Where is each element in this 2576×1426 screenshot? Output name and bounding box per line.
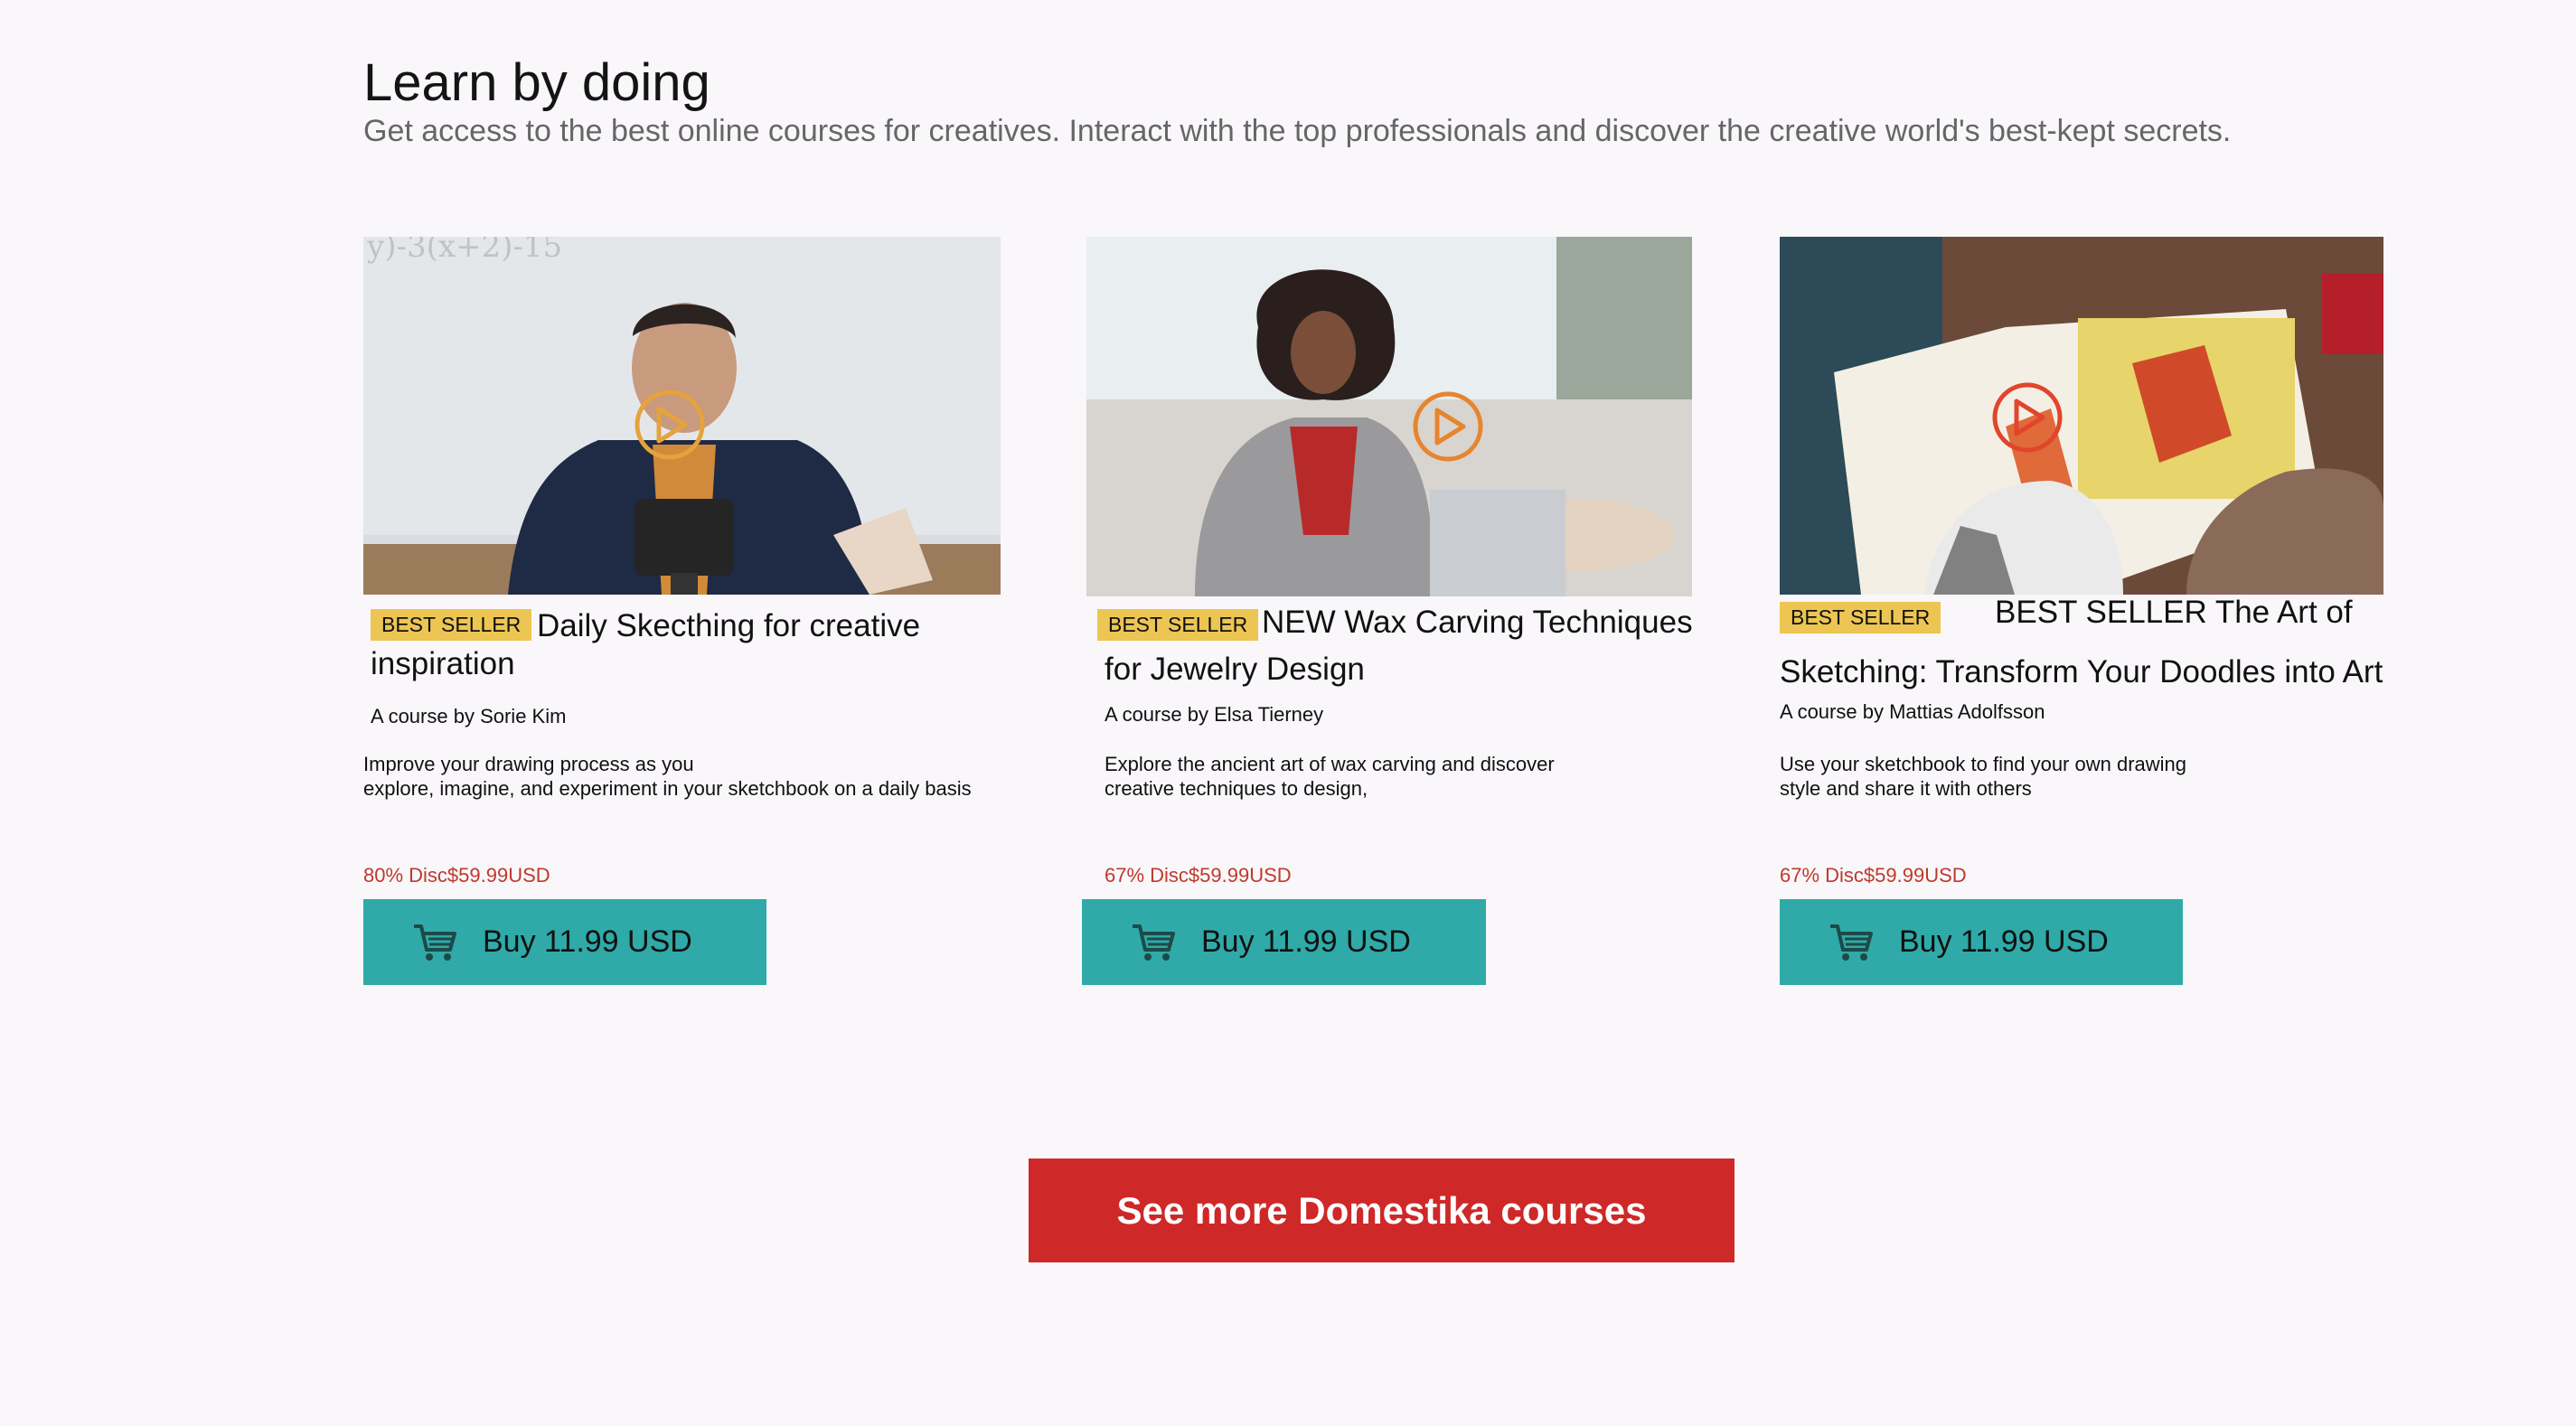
- buy-button-label: Buy 11.99 USD: [483, 924, 692, 959]
- discount-price: 80% Disc$59.99USD: [363, 864, 550, 887]
- buy-button-label: Buy 11.99 USD: [1899, 924, 2109, 959]
- course-title-line[interactable]: NEW Wax Carving Techniques: [1105, 604, 1737, 642]
- course-description-line: style and share it with others: [1780, 777, 2032, 800]
- course-description: Explore the ancient art of wax carving a…: [1105, 752, 1737, 801]
- discount-price: 67% Disc$59.99USD: [1105, 864, 1292, 887]
- course-thumbnail-3[interactable]: [1780, 237, 2383, 595]
- buy-button[interactable]: Buy 11.99 USD: [363, 899, 766, 985]
- shopping-cart-icon: [412, 923, 457, 962]
- course-title-line[interactable]: Sketching: Transform Your Doodles into A…: [1780, 653, 2403, 691]
- course-title[interactable]: BEST SELLER The Art of Sketching: Transf…: [1780, 594, 2403, 691]
- section-title: Learn by doing: [363, 53, 710, 112]
- course-title[interactable]: NEW Wax Carving Techniques for Jewelry D…: [1105, 604, 1737, 689]
- discount-price: 67% Disc$59.99USD: [1780, 864, 1967, 887]
- course-description-line: Use your sketchbook to find your own dra…: [1780, 753, 2187, 775]
- course-title-line[interactable]: for Jewelry Design: [1105, 651, 1737, 689]
- buy-button-label: Buy 11.99 USD: [1201, 924, 1411, 959]
- course-description: Use your sketchbook to find your own dra…: [1780, 752, 2394, 801]
- course-thumbnail-2[interactable]: [1086, 237, 1692, 596]
- buy-button[interactable]: Buy 11.99 USD: [1780, 899, 2183, 985]
- course-title-line[interactable]: BEST SELLER The Art of: [1780, 594, 2403, 632]
- course-author: A course by Elsa Tierney: [1105, 703, 1324, 726]
- course-author: A course by Mattias Adolfsson: [1780, 700, 2045, 723]
- course-description-line: explore, imagine, and experiment in your…: [363, 777, 972, 800]
- buy-button[interactable]: Buy 11.99 USD: [1082, 899, 1486, 985]
- svg-text:y)-3(x+2)-15: y)-3(x+2)-15: [366, 237, 562, 265]
- see-more-courses-button[interactable]: See more Domestika courses: [1029, 1159, 1735, 1262]
- course-title[interactable]: Daily Skecthing for creative inspiration: [371, 607, 1003, 683]
- shopping-cart-icon: [1829, 923, 1874, 962]
- course-description-line: Improve your drawing process as you: [363, 753, 694, 775]
- course-title-text[interactable]: Daily Skecthing for creative inspiration: [371, 608, 920, 681]
- course-author: A course by Sorie Kim: [371, 705, 567, 727]
- shopping-cart-icon: [1131, 923, 1176, 962]
- course-description-line: creative techniques to design,: [1105, 777, 1368, 800]
- section-subtitle: Get access to the best online courses fo…: [363, 114, 2232, 148]
- course-thumbnail-1[interactable]: y)-3(x+2)-15: [363, 237, 1001, 595]
- course-description-line: Explore the ancient art of wax carving a…: [1105, 753, 1555, 775]
- course-description: Improve your drawing process as you expl…: [363, 752, 1050, 801]
